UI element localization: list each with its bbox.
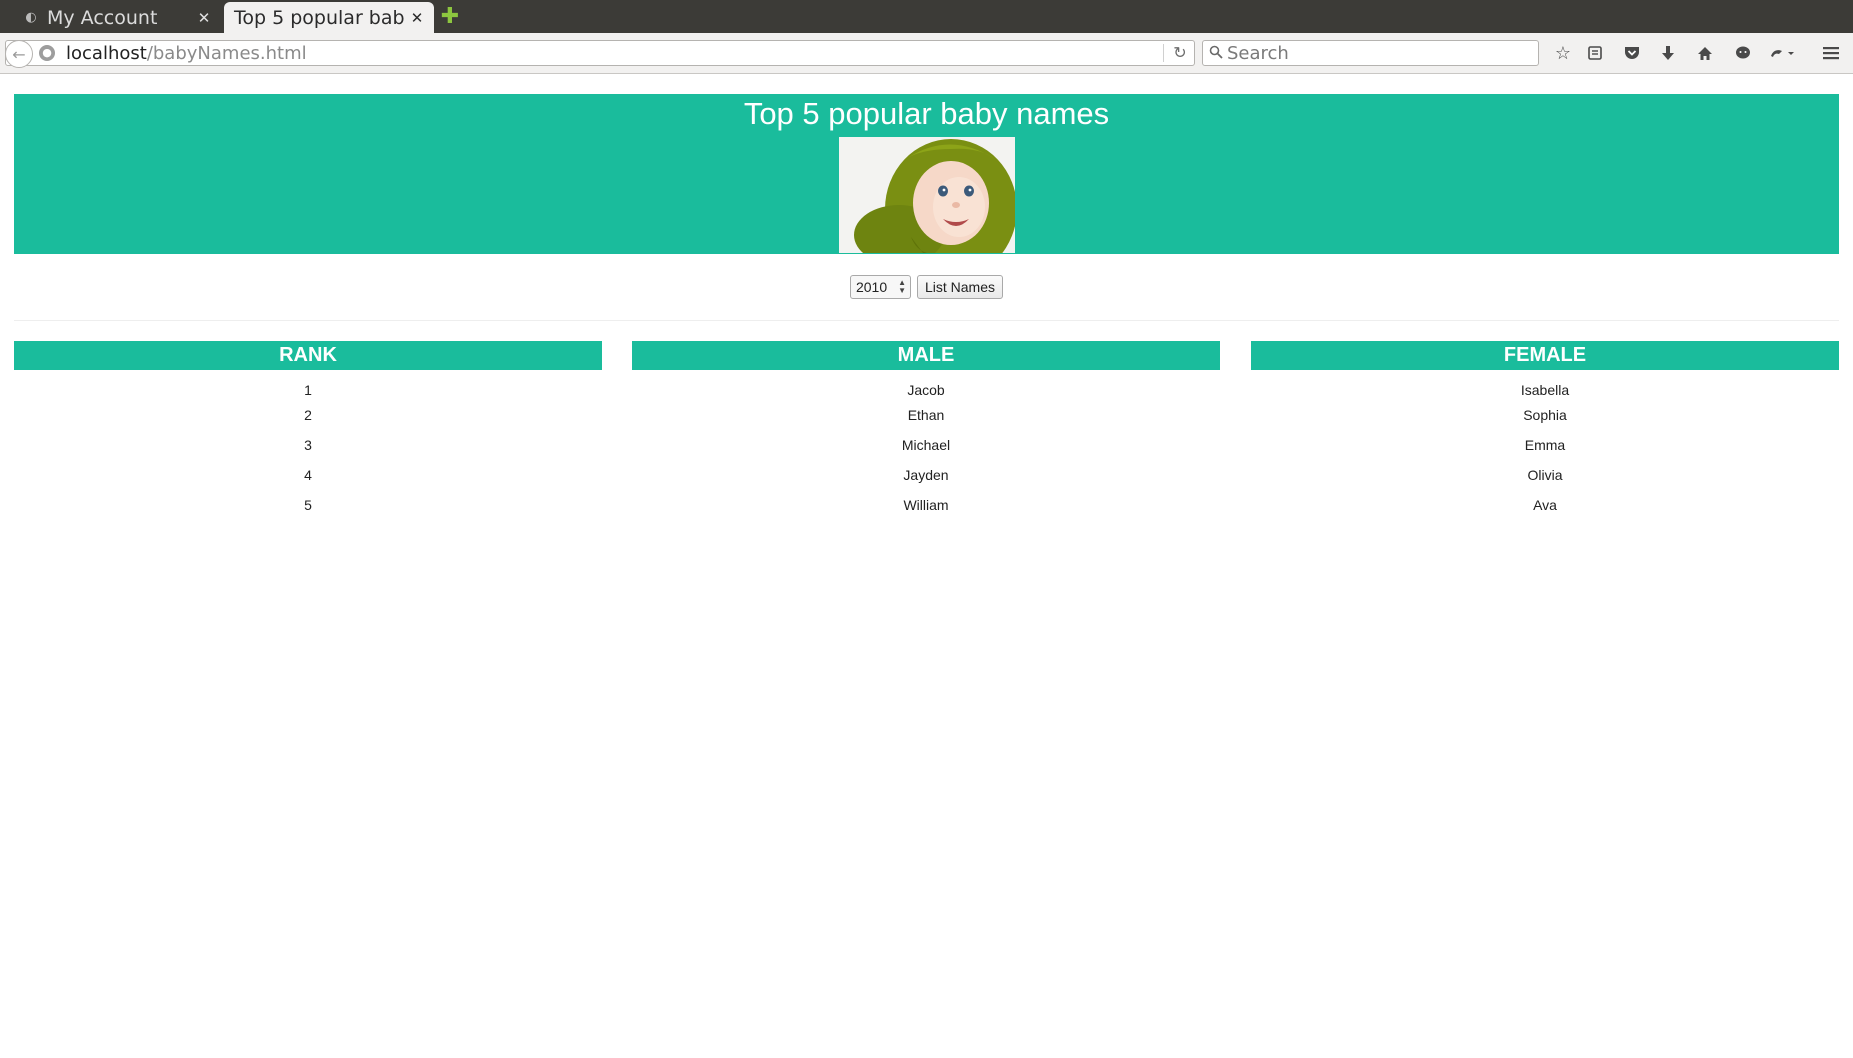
male-column: MALE Jacob Ethan Michael Jayden William <box>632 341 1220 520</box>
rank-cell: 1 <box>304 382 312 398</box>
close-tab-icon[interactable]: ✕ <box>406 9 428 27</box>
divider <box>14 320 1839 321</box>
male-header: MALE <box>632 341 1220 370</box>
controls-row: 2010 ▲ ▼ List Names <box>0 275 1853 301</box>
female-name-cell: Emma <box>1524 437 1566 453</box>
spinner-arrows-icon[interactable]: ▲ ▼ <box>898 279 906 295</box>
downloads-icon[interactable] <box>1656 41 1680 65</box>
close-tab-icon[interactable]: ✕ <box>193 9 215 27</box>
home-icon[interactable] <box>1693 41 1717 65</box>
reload-icon[interactable]: ↻ <box>1170 43 1190 63</box>
address-bar[interactable]: ← ● localhost/babyNames.html ↻ <box>5 40 1195 68</box>
url-text[interactable]: localhost/babyNames.html <box>66 43 307 64</box>
female-name-cell: Sophia <box>1523 407 1567 423</box>
pocket-icon[interactable] <box>1620 41 1644 65</box>
header-banner: Top 5 popular baby names <box>14 94 1839 254</box>
baby-photo <box>839 137 1015 253</box>
url-separator <box>1163 44 1164 62</box>
tab-baby-names[interactable]: Top 5 popular bab… ✕ <box>224 2 434 33</box>
rank-cell: 2 <box>304 407 312 423</box>
male-name-cell: Michael <box>901 437 951 453</box>
search-input[interactable] <box>1227 42 1527 64</box>
year-select-value: 2010 <box>855 279 888 295</box>
bookmark-star-icon[interactable]: ☆ <box>1551 41 1575 65</box>
reading-list-icon[interactable] <box>1583 41 1607 65</box>
page-title: Top 5 popular baby names <box>743 96 1110 131</box>
female-column: FEMALE Isabella Sophia Emma Olivia Ava <box>1251 341 1839 520</box>
extension-menu-icon[interactable] <box>1766 41 1798 65</box>
url-path: /babyNames.html <box>146 43 307 64</box>
search-bar[interactable] <box>1202 40 1539 66</box>
navigation-toolbar: ← ● localhost/babyNames.html ↻ ☆ <box>0 33 1853 74</box>
site-identity-icon[interactable]: ● <box>39 45 55 61</box>
tab-my-account[interactable]: ◐ My Account ✕ <box>8 2 221 33</box>
page-favicon-icon: ◐ <box>25 10 37 25</box>
tab-title: Top 5 popular bab… <box>234 6 406 29</box>
rank-cell: 4 <box>304 467 312 483</box>
male-name-cell: William <box>903 497 949 513</box>
hamburger-menu-icon[interactable] <box>1819 41 1843 65</box>
rank-header: RANK <box>14 341 602 370</box>
new-tab-plus-icon[interactable]: ✚ <box>439 6 461 28</box>
rank-cell: 5 <box>304 497 312 513</box>
male-name-cell: Ethan <box>907 407 945 423</box>
search-icon <box>1209 45 1223 59</box>
page-content: Top 5 popular baby names 2010 ▲ ▼ List N… <box>0 75 1853 1058</box>
female-name-cell: Ava <box>1533 497 1557 513</box>
url-host: localhost <box>66 43 147 64</box>
tab-strip: ◐ My Account ✕ Top 5 popular bab… ✕ ✚ <box>0 0 1853 33</box>
rank-cell: 3 <box>304 437 312 453</box>
female-header: FEMALE <box>1251 341 1839 370</box>
male-name-cell: Jayden <box>903 467 949 483</box>
chat-hello-icon[interactable] <box>1731 41 1755 65</box>
year-select[interactable]: 2010 ▲ ▼ <box>849 275 911 299</box>
male-name-cell: Jacob <box>907 382 945 398</box>
back-arrow-icon[interactable]: ← <box>5 40 33 68</box>
list-names-button[interactable]: List Names <box>916 275 1004 299</box>
rank-column: RANK 1 2 3 4 5 <box>14 341 602 520</box>
female-name-cell: Olivia <box>1527 467 1563 483</box>
tab-title: My Account <box>47 6 158 29</box>
female-name-cell: Isabella <box>1520 382 1570 398</box>
